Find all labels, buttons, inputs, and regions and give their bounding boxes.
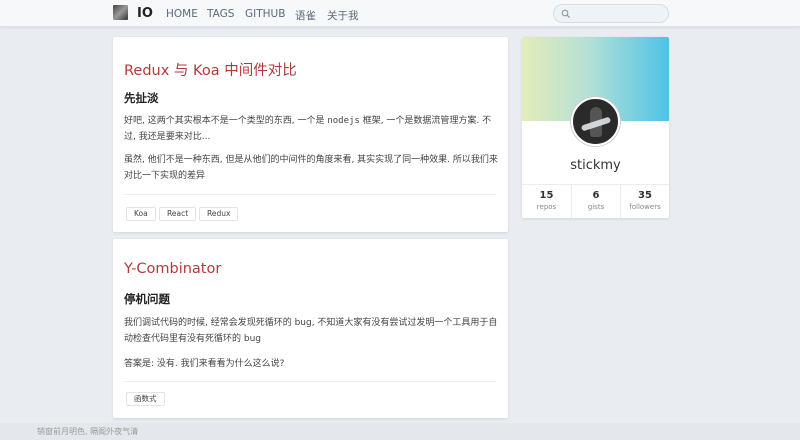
stat-label: followers — [629, 203, 661, 211]
tag-react[interactable]: React — [159, 207, 197, 221]
brand-name[interactable]: IO — [137, 6, 153, 21]
avatar[interactable] — [571, 97, 620, 146]
search-icon — [561, 9, 570, 18]
post-title[interactable]: Redux 与 Koa 中间件对比 — [124, 59, 297, 80]
stat-value: 15 — [539, 190, 554, 201]
post-excerpt: 答案是: 没有. 我们来看看为什么这么说? — [124, 359, 285, 369]
post-card: Redux 与 Koa 中间件对比 先扯淡 好吧, 这两个其实根本不是一个类型的… — [113, 37, 508, 232]
tag-koa[interactable]: Koa — [126, 207, 156, 221]
nav-link-home[interactable]: HOME — [166, 8, 198, 20]
tag-redux[interactable]: Redux — [199, 207, 239, 221]
page-footer: 销窗前月明色, 隔阁外夜气清 — [0, 423, 800, 440]
profile-username[interactable]: stickmy — [522, 158, 669, 173]
stat-repos[interactable]: 15 repos — [522, 185, 571, 218]
search-input[interactable] — [553, 4, 669, 23]
post-card: Y-Combinator 停机问题 我们调试代码的时候, 经常会发现死循环的 b… — [113, 239, 508, 418]
nav-link-tags[interactable]: TAGS — [207, 8, 234, 20]
stat-label: repos — [536, 203, 557, 211]
footer-text: 销窗前月明色, 隔阁外夜气清 — [37, 427, 139, 436]
divider — [124, 194, 496, 195]
post-excerpt: 好吧, 这两个其实根本不是一个类型的东西, 一个是 nodejs 框架, 一个是… — [124, 113, 498, 145]
nav-link-github[interactable]: GITHUB — [245, 8, 285, 20]
nav-link-yuque[interactable]: 语雀 — [295, 8, 316, 23]
top-navbar: IO HOME TAGS GITHUB 语雀 关于我 — [0, 0, 800, 27]
profile-card: stickmy 15 repos 6 gists 35 followers — [522, 37, 669, 218]
stat-label: gists — [587, 203, 605, 211]
post-title[interactable]: Y-Combinator — [124, 261, 221, 277]
excerpt-text: 好吧, 这两个其实根本不是一个类型的东西, 一个是 — [124, 116, 328, 126]
stat-value: 35 — [638, 190, 652, 201]
stat-gists[interactable]: 6 gists — [571, 185, 620, 218]
divider — [124, 381, 496, 382]
nav-link-about[interactable]: 关于我 — [327, 8, 359, 23]
tag-functional[interactable]: 函数式 — [126, 392, 165, 406]
post-excerpt: 我们调试代码的时候, 经常会发现死循环的 bug, 不知道大家有没有尝试过发明一… — [124, 318, 498, 344]
logo-image[interactable] — [113, 5, 128, 20]
post-subtitle: 先扯淡 — [124, 91, 159, 105]
inline-code: nodejs — [327, 116, 360, 126]
stat-value: 6 — [592, 190, 600, 201]
post-subtitle: 停机问题 — [124, 292, 170, 306]
post-excerpt: 虽然, 他们不是一种东西, 但是从他们的中间件的角度来看, 其实实现了同一种效果… — [124, 155, 498, 181]
stat-followers[interactable]: 35 followers — [620, 185, 669, 218]
